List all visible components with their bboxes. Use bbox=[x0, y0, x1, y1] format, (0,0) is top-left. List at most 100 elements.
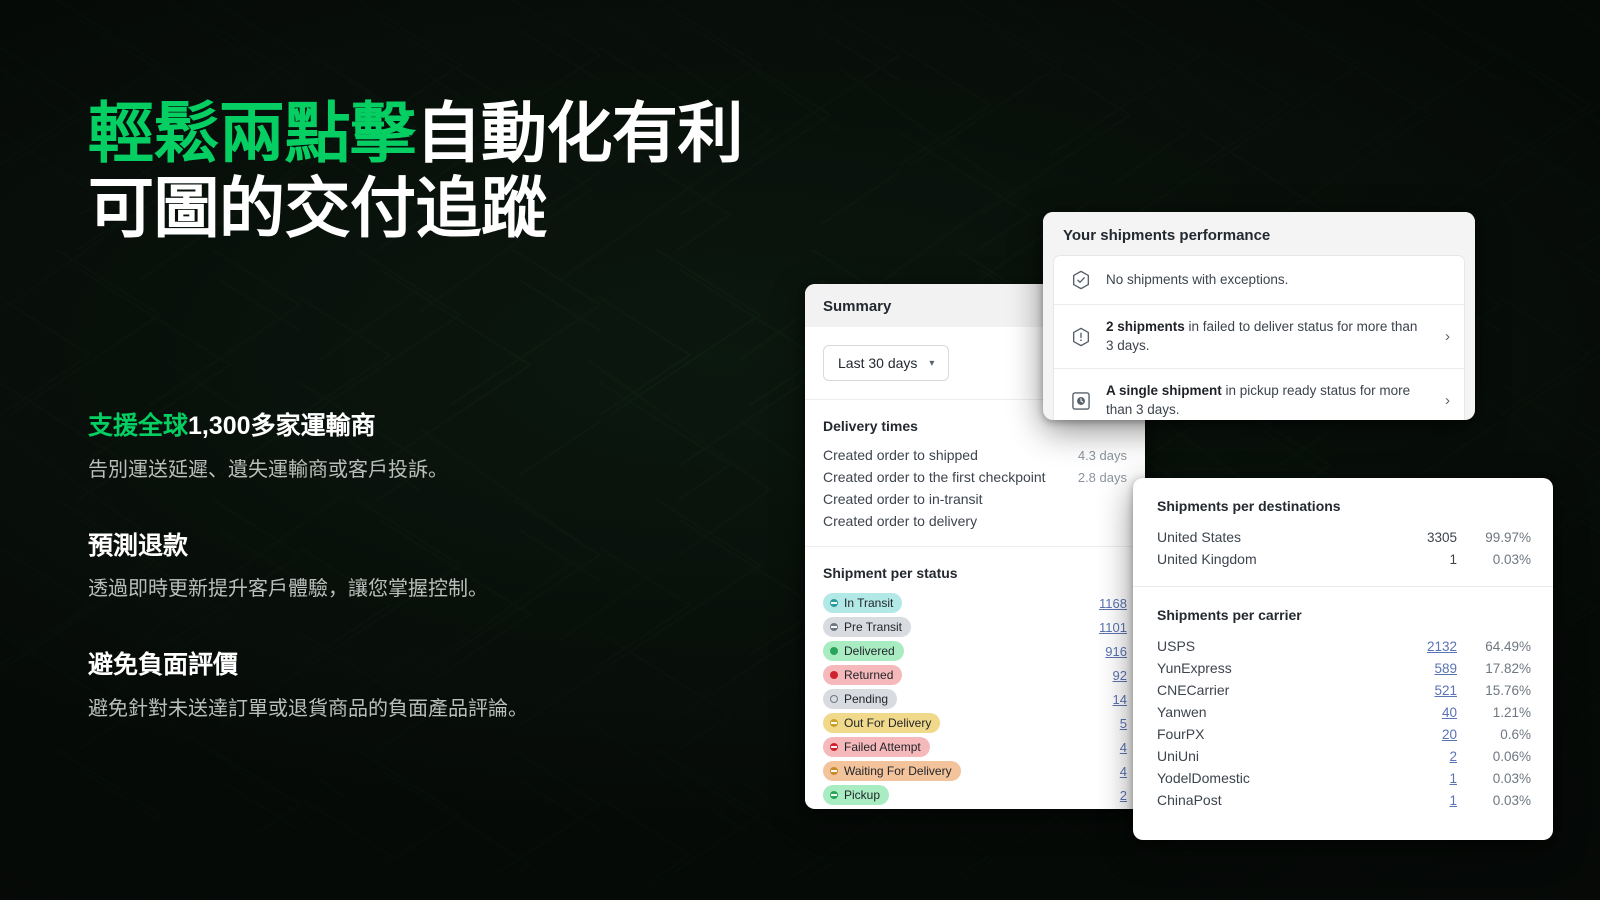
performance-item-pickup-ready[interactable]: A single shipment in pickup ready status… bbox=[1054, 369, 1464, 420]
status-count-link[interactable]: 4 bbox=[1120, 740, 1127, 755]
status-badge: Pre Transit bbox=[823, 617, 912, 637]
page-root: 輕鬆兩點擊自動化有利 可圖的交付追蹤 支援全球1,300多家運輸商 告別運送延遲… bbox=[0, 0, 1600, 900]
chevron-right-icon[interactable]: › bbox=[1439, 328, 1450, 345]
status-dot-icon bbox=[830, 767, 838, 775]
status-label: Waiting For Delivery bbox=[844, 764, 952, 778]
status-badge: Returned bbox=[823, 665, 903, 685]
feature-title: 預測退款 bbox=[88, 530, 633, 563]
shipment-status-row: Failed Attempt 4 bbox=[805, 735, 1145, 759]
status-dot-icon bbox=[830, 791, 838, 799]
status-badge: Delivered bbox=[823, 641, 904, 661]
status-label: Pending bbox=[844, 692, 889, 706]
status-dot-icon bbox=[830, 599, 838, 607]
shipments-performance-card: Your shipments performance No shipments … bbox=[1043, 212, 1475, 420]
row-percent: 0.03% bbox=[1492, 551, 1531, 567]
shipment-per-status-title: Shipment per status bbox=[823, 565, 958, 581]
status-dot-icon bbox=[830, 695, 838, 703]
shipment-status-row: In Transit 1168 bbox=[805, 591, 1145, 615]
row-percent: 0.06% bbox=[1492, 748, 1531, 764]
shipment-status-list: In Transit 1168 Pre Transit 1101 Delivered 91… bbox=[805, 591, 1145, 807]
status-count-link[interactable]: 2 bbox=[1120, 788, 1127, 803]
row-name: Yanwen bbox=[1157, 704, 1207, 720]
carrier-row: CNECarrier 521 15.76% bbox=[1157, 679, 1531, 701]
hero-heading-block: 輕鬆兩點擊自動化有利 可圖的交付追蹤 bbox=[88, 96, 988, 245]
carrier-row: Yanwen 40 1.21% bbox=[1157, 701, 1531, 723]
feature-title-rest: 避免負面評價 bbox=[88, 651, 239, 679]
status-label: Delivered bbox=[844, 644, 895, 658]
feature-title: 避免負面評價 bbox=[88, 649, 633, 682]
feature-title-rest: 1,300多家運輸商 bbox=[188, 412, 376, 440]
status-count-link[interactable]: 14 bbox=[1113, 692, 1127, 707]
delivery-time-row: Created order to shipped 4.3 days bbox=[805, 444, 1145, 466]
row-percent: 1.21% bbox=[1492, 704, 1531, 720]
hero-line1-rest: 自動化有利 bbox=[415, 96, 744, 170]
performance-item-bold: A single shipment bbox=[1106, 383, 1222, 399]
status-dot-icon bbox=[830, 647, 838, 655]
page-title: 輕鬆兩點擊自動化有利 可圖的交付追蹤 bbox=[88, 96, 988, 245]
delivery-time-value: 2.8 days bbox=[1077, 469, 1127, 485]
delivery-time-row: Created order to the first checkpoint 2.… bbox=[805, 466, 1145, 488]
row-count: 3305 bbox=[1426, 529, 1457, 545]
hexagon-alert-icon bbox=[1070, 326, 1092, 348]
shipment-status-row: Delivered 916 bbox=[805, 639, 1145, 663]
delivery-time-row: Created order to in-transit bbox=[805, 488, 1145, 510]
status-count-link[interactable]: 1168 bbox=[1099, 596, 1127, 611]
row-percent: 99.97% bbox=[1485, 529, 1531, 545]
status-label: Pre Transit bbox=[844, 620, 903, 634]
row-name: United Kingdom bbox=[1157, 551, 1257, 567]
feature-body: 透過即時更新提升客戶體驗，讓您掌握控制。 bbox=[88, 578, 488, 600]
performance-item-failed-deliver[interactable]: 2 shipments in failed to deliver status … bbox=[1054, 305, 1464, 370]
carriers-block: Shipments per carrier USPS 2132 64.49% YunE… bbox=[1133, 587, 1553, 827]
chevron-right-icon[interactable]: › bbox=[1439, 392, 1450, 409]
row-count-link[interactable]: 2 bbox=[1379, 749, 1457, 764]
status-badge: Waiting For Delivery bbox=[823, 761, 961, 781]
status-dot-icon bbox=[830, 719, 838, 727]
delivery-time-label: Created order to delivery bbox=[823, 513, 978, 529]
row-count-link[interactable]: 589 bbox=[1379, 661, 1457, 676]
row-percent: 15.76% bbox=[1485, 682, 1531, 698]
row-name: FourPX bbox=[1157, 726, 1205, 742]
status-label: Out For Delivery bbox=[844, 716, 932, 730]
shipment-status-row: Pickup 2 bbox=[805, 783, 1145, 807]
delivery-time-label: Created order to shipped bbox=[823, 447, 978, 463]
row-count-link[interactable]: 521 bbox=[1379, 683, 1457, 698]
status-badge: Pending bbox=[823, 689, 898, 709]
row-count-link[interactable]: 1 bbox=[1379, 793, 1457, 808]
shipment-status-row: Pre Transit 1101 bbox=[805, 615, 1145, 639]
shipment-status-row: Pending 14 bbox=[805, 687, 1145, 711]
status-count-link[interactable]: 1101 bbox=[1099, 620, 1127, 635]
delivery-time-label: Created order to in-transit bbox=[823, 491, 983, 507]
row-name: UniUni bbox=[1157, 748, 1200, 764]
shipments-breakdown-card: Shipments per destinations United States… bbox=[1133, 478, 1553, 840]
status-label: Failed Attempt bbox=[844, 740, 921, 754]
feature-item-refunds: 預測退款 透過即時更新提升客戶體驗，讓您掌握控制。 bbox=[88, 530, 633, 606]
date-range-select[interactable]: Last 30 days ▾ bbox=[823, 345, 950, 381]
performance-card-title: Your shipments performance bbox=[1043, 212, 1475, 255]
status-dot-icon bbox=[830, 743, 838, 751]
status-count-link[interactable]: 916 bbox=[1105, 644, 1127, 659]
row-count: 1 bbox=[1449, 551, 1457, 567]
hexagon-check-icon bbox=[1070, 269, 1092, 291]
carriers-title: Shipments per carrier bbox=[1157, 607, 1302, 623]
row-count-link[interactable]: 2132 bbox=[1379, 639, 1457, 654]
destinations-block: Shipments per destinations United States… bbox=[1133, 478, 1553, 586]
row-count-link[interactable]: 40 bbox=[1379, 705, 1457, 720]
clock-box-icon bbox=[1070, 390, 1092, 412]
shipment-status-row: Out For Delivery 5 bbox=[805, 711, 1145, 735]
carrier-row: FourPX 20 0.6% bbox=[1157, 723, 1531, 745]
status-count-link[interactable]: 92 bbox=[1113, 668, 1127, 683]
delivery-time-label: Created order to the first checkpoint bbox=[823, 469, 1046, 485]
row-count-link[interactable]: 1 bbox=[1379, 771, 1457, 786]
destination-row: United Kingdom 1 0.03% bbox=[1157, 548, 1531, 570]
row-name: YodelDomestic bbox=[1157, 770, 1250, 786]
feature-body: 避免針對未送達訂單或退貨商品的負面產品評論。 bbox=[88, 697, 528, 720]
status-count-link[interactable]: 4 bbox=[1120, 764, 1127, 779]
performance-item-no-exceptions[interactable]: No shipments with exceptions. bbox=[1054, 256, 1464, 305]
performance-item-list: No shipments with exceptions. 2 shipment… bbox=[1053, 255, 1465, 420]
status-label: Returned bbox=[844, 668, 894, 682]
row-percent: 64.49% bbox=[1485, 638, 1531, 654]
status-badge: In Transit bbox=[823, 593, 903, 613]
feature-item-reviews: 避免負面評價 避免針對未送達訂單或退貨商品的負面產品評論。 bbox=[88, 649, 633, 725]
status-count-link[interactable]: 5 bbox=[1120, 716, 1127, 731]
row-count-link[interactable]: 20 bbox=[1379, 727, 1457, 742]
